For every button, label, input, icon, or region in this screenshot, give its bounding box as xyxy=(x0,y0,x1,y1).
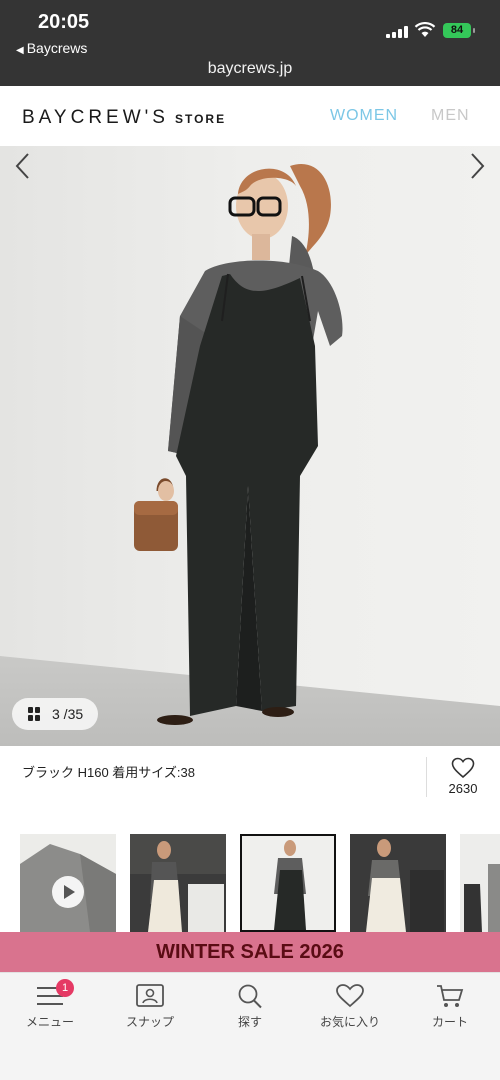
battery-tip xyxy=(473,28,475,33)
thumbnail-1-video[interactable] xyxy=(20,834,116,932)
cart-icon xyxy=(437,985,464,1007)
image-counter[interactable]: 3 /35 xyxy=(12,698,98,730)
heart-icon xyxy=(336,984,364,1008)
image-counter-text: 3 /35 xyxy=(52,706,84,722)
next-image-arrow-icon[interactable] xyxy=(462,146,492,186)
clock: 20:05 xyxy=(38,11,90,33)
thumbnail-4[interactable] xyxy=(350,834,446,932)
tab-menu-label: メニュー xyxy=(25,1015,74,1029)
bottom-tab-bar: 1 メニュー スナップ 探す お気に入り カート xyxy=(0,972,500,1080)
search-icon xyxy=(238,984,262,1009)
tab-snap[interactable]: スナップ xyxy=(100,983,200,1030)
site-logo[interactable]: BAYCREW'S STORE xyxy=(22,107,226,129)
previous-image-arrow-icon[interactable] xyxy=(8,146,38,186)
thumbnail-2[interactable] xyxy=(130,834,226,932)
site-header: BAYCREW'S STORE WOMEN MEN xyxy=(0,86,500,146)
winter-sale-banner[interactable]: WINTER SALE 2026 xyxy=(0,932,500,972)
product-image-carousel[interactable]: 3 /35 xyxy=(0,146,500,746)
favorite-count: 2630 xyxy=(448,781,478,796)
tab-menu[interactable]: 1 メニュー xyxy=(0,979,100,1030)
favorite-button[interactable]: 2630 xyxy=(440,757,486,796)
tab-favorites-label: お気に入り xyxy=(319,1015,380,1029)
back-app-label: Baycrews xyxy=(26,40,88,56)
heart-icon xyxy=(451,757,475,779)
menu-badge: 1 xyxy=(56,979,74,997)
back-to-app-link[interactable]: ◀ Baycrews xyxy=(16,40,87,56)
wifi-icon xyxy=(414,22,436,37)
tab-favorites[interactable]: お気に入り xyxy=(300,983,400,1030)
play-video-icon xyxy=(52,876,84,908)
thumbnail-2-image xyxy=(130,834,226,932)
tab-search-label: 探す xyxy=(237,1015,262,1029)
tab-snap-label: スナップ xyxy=(125,1015,174,1029)
thumbnail-5[interactable] xyxy=(460,834,500,932)
model-photo xyxy=(0,146,500,746)
nav-women[interactable]: WOMEN xyxy=(330,107,398,125)
battery-level: 84 xyxy=(450,24,464,36)
thumbnail-strip xyxy=(0,834,500,932)
thumbnail-5-image xyxy=(460,834,500,932)
tab-search[interactable]: 探す xyxy=(200,983,300,1030)
tab-cart[interactable]: カート xyxy=(400,983,500,1030)
thumbnail-3-image xyxy=(242,836,334,930)
signal-icon xyxy=(386,26,408,38)
battery-icon: 84 xyxy=(443,23,471,38)
tab-cart-label: カート xyxy=(431,1015,468,1029)
caption-divider xyxy=(426,757,427,797)
logo-store: STORE xyxy=(174,112,227,126)
image-caption: ブラック H160 着用サイズ:38 xyxy=(22,765,195,780)
snap-icon xyxy=(136,984,164,1007)
thumbnail-4-image xyxy=(350,834,446,932)
address-bar[interactable]: baycrews.jp xyxy=(0,60,500,78)
nav-men[interactable]: MEN xyxy=(431,107,470,125)
logo-text: BAYCREW'S xyxy=(22,107,169,128)
thumbnail-3-selected[interactable] xyxy=(240,834,336,932)
back-triangle-icon: ◀ xyxy=(16,45,24,56)
status-bar: 20:05 ◀ Baycrews 84 baycrews.jp xyxy=(0,0,500,86)
grid-icon xyxy=(28,707,40,721)
